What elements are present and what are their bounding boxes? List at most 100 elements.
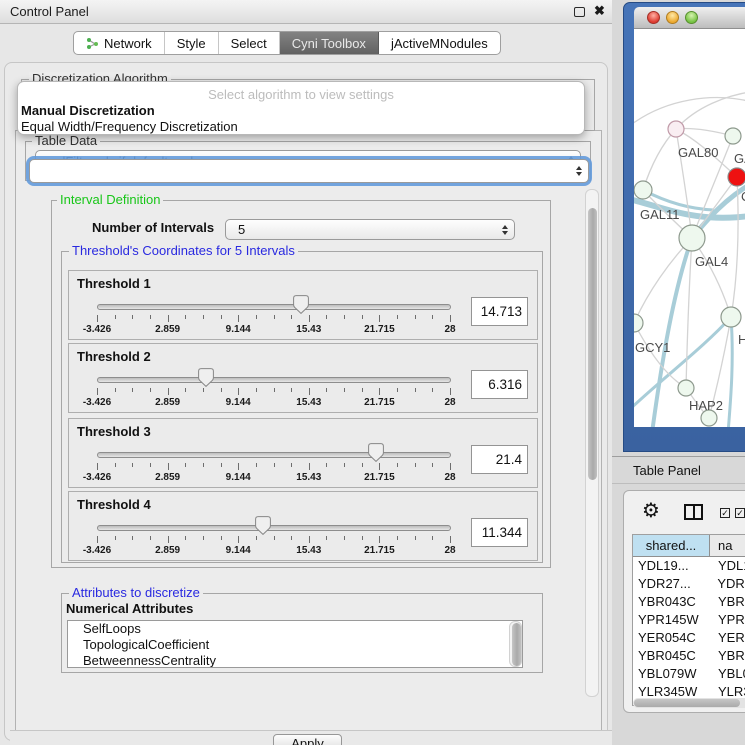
gear-icon[interactable]: ⚙ xyxy=(642,498,660,522)
threshold-value-field[interactable]: 21.4 xyxy=(471,445,528,474)
threshold-label: Threshold 1 xyxy=(77,276,151,291)
network-node[interactable] xyxy=(728,168,745,186)
slider-track[interactable] xyxy=(97,525,451,531)
network-node[interactable] xyxy=(634,181,652,199)
network-window-titlebar[interactable] xyxy=(634,7,745,29)
table-cell[interactable]: YDR27... xyxy=(633,575,709,593)
algorithm-combobox[interactable] xyxy=(29,159,589,183)
num-intervals-combobox[interactable]: 5 xyxy=(225,219,515,240)
table-cell[interactable]: YDR2 xyxy=(709,575,745,593)
table-row[interactable]: YBL079WYBL0 xyxy=(633,665,745,683)
threshold-row: Threshold 3 -3.4262.8599.14415.4321.7152… xyxy=(68,418,538,488)
float-window-icon[interactable] xyxy=(574,7,585,17)
close-icon[interactable]: ✖ xyxy=(594,3,605,19)
cyni-toolbox-panel: Discretization Algorithm Select algorith… xyxy=(4,62,608,741)
network-edge[interactable] xyxy=(634,317,731,411)
column-header-shared-name[interactable]: shared... xyxy=(633,535,710,556)
checkbox-icon[interactable]: ✓ xyxy=(720,508,730,518)
network-node[interactable] xyxy=(678,380,694,396)
table-cell[interactable]: YER0 xyxy=(710,629,745,647)
menu-item-equal-width-frequency[interactable]: Equal Width/Frequency Discretization xyxy=(21,119,238,134)
table-row[interactable]: YER054CYER0 xyxy=(633,629,745,647)
menu-item-manual-discretization[interactable]: Manual Discretization xyxy=(21,103,155,118)
network-canvas[interactable]: GAL80GAGAL11CGAL4GCY1HHAP2 xyxy=(634,29,745,427)
network-node[interactable] xyxy=(725,128,741,144)
network-node[interactable] xyxy=(721,307,741,327)
horizontal-scrollbar[interactable] xyxy=(633,698,745,708)
table-cell[interactable]: YBR0 xyxy=(710,647,745,665)
split-columns-icon[interactable] xyxy=(684,504,703,520)
tab-label: Style xyxy=(177,36,206,51)
table-cell[interactable]: YBL079W xyxy=(633,665,710,683)
table-cell[interactable]: YBR0 xyxy=(710,593,745,611)
tab-style[interactable]: Style xyxy=(165,32,219,54)
tab-label: jActiveMNodules xyxy=(391,36,488,51)
threshold-value-field[interactable]: 14.713 xyxy=(471,297,528,326)
attribute-list-item[interactable]: SelfLoops xyxy=(68,621,522,637)
attribute-list-item[interactable]: TopologicalCoefficient xyxy=(68,637,522,653)
list-scrollbar[interactable] xyxy=(509,621,522,667)
slider-track[interactable] xyxy=(97,377,451,383)
group-title: Attributes to discretize xyxy=(69,586,203,600)
table-body: YDL19...YDL1YDR27...YDR2YBR043CYBR0YPR14… xyxy=(633,557,745,706)
close-traffic-light-icon[interactable] xyxy=(647,11,660,24)
threshold-label: Threshold 3 xyxy=(77,424,151,439)
table-cell[interactable]: YDL1 xyxy=(710,557,745,575)
minimize-traffic-light-icon[interactable] xyxy=(666,11,679,24)
tab-network[interactable]: Network xyxy=(74,32,165,54)
table-row[interactable]: YBR045CYBR0 xyxy=(633,647,745,665)
network-node-label: HAP2 xyxy=(689,398,723,413)
numerical-attributes-list[interactable]: SelfLoopsTopologicalCoefficientBetweenne… xyxy=(67,620,523,668)
slider-handle[interactable] xyxy=(293,295,309,314)
zoom-traffic-light-icon[interactable] xyxy=(685,11,698,24)
table-row[interactable]: YDL19...YDL1 xyxy=(633,557,745,575)
apply-button[interactable]: Apply xyxy=(273,734,342,745)
scrollbar-thumb[interactable] xyxy=(512,623,521,666)
table-row[interactable]: YDR27...YDR2 xyxy=(633,575,745,593)
popup-hint: Select algorithm to view settings xyxy=(18,87,584,102)
slider-track[interactable] xyxy=(97,452,451,458)
table-cell[interactable]: YPR1 xyxy=(710,611,745,629)
tab-select[interactable]: Select xyxy=(219,32,280,54)
checkbox-icon[interactable]: ✓ xyxy=(735,508,745,518)
vertical-scrollbar[interactable] xyxy=(585,189,599,697)
scrollbar-thumb[interactable] xyxy=(588,208,597,480)
slider-handle[interactable] xyxy=(255,516,271,535)
application-window: Control Panel ✖ Network Style Select Cyn… xyxy=(0,0,745,745)
threshold-value-field[interactable]: 6.316 xyxy=(471,370,528,399)
slider-track[interactable] xyxy=(97,304,451,310)
threshold-coordinates-group: Threshold 1 -3.4262.8599.14415.4321.7152… xyxy=(61,251,543,563)
control-panel: Control Panel ✖ Network Style Select Cyn… xyxy=(0,0,612,745)
network-edge[interactable] xyxy=(643,129,676,190)
panel-title: Table Panel xyxy=(633,463,701,478)
table-cell[interactable]: YBR043C xyxy=(633,593,710,611)
network-node[interactable] xyxy=(634,314,643,332)
tab-cyni-toolbox[interactable]: Cyni Toolbox xyxy=(280,32,379,54)
slider-handle[interactable] xyxy=(198,368,214,387)
threshold-value-field[interactable]: 11.344 xyxy=(471,518,528,547)
tab-label: Select xyxy=(231,36,267,51)
group-title: Interval Definition xyxy=(57,193,163,207)
table-cell[interactable]: YBL0 xyxy=(710,665,745,683)
table-cell[interactable]: YPR145W xyxy=(633,611,710,629)
table-cell[interactable]: YER054C xyxy=(633,629,710,647)
table-cell[interactable]: YBR045C xyxy=(633,647,710,665)
table-cell[interactable]: YDL19... xyxy=(633,557,710,575)
column-header-name[interactable]: na xyxy=(710,535,745,556)
network-edge[interactable] xyxy=(634,238,692,323)
network-view-window[interactable]: GAL80GAGAL11CGAL4GCY1HHAP2 xyxy=(623,2,745,452)
attribute-list-item[interactable]: BetweennessCentrality xyxy=(68,653,522,668)
threshold-label: Threshold 2 xyxy=(77,349,151,364)
network-edge[interactable] xyxy=(676,91,745,129)
tab-jactivemnodules[interactable]: jActiveMNodules xyxy=(379,32,500,54)
tab-label: Cyni Toolbox xyxy=(292,36,366,51)
network-edge[interactable] xyxy=(634,98,745,127)
table-header-row: shared... na xyxy=(633,535,745,557)
network-node[interactable] xyxy=(679,225,705,251)
network-node[interactable] xyxy=(668,121,684,137)
scrollbar-thumb[interactable] xyxy=(634,699,740,707)
network-edge[interactable] xyxy=(652,238,692,427)
table-row[interactable]: YPR145WYPR1 xyxy=(633,611,745,629)
slider-handle[interactable] xyxy=(368,443,384,462)
table-row[interactable]: YBR043CYBR0 xyxy=(633,593,745,611)
